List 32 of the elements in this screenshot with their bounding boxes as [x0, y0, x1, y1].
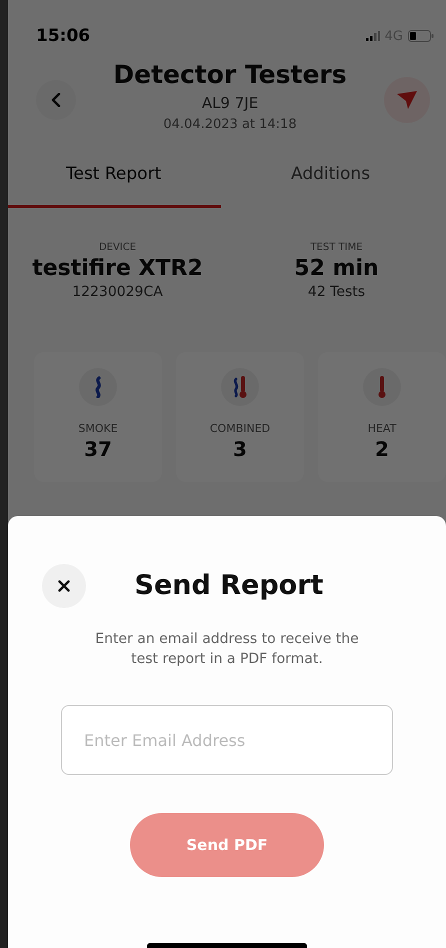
summary-detail: 12230029CA — [72, 284, 163, 300]
tab[interactable]: Additions — [221, 148, 446, 208]
paper-plane-icon — [396, 90, 418, 110]
smoke-thermometer-icon — [232, 375, 248, 399]
summary-value: testifire XTR2 — [32, 256, 203, 281]
close-button[interactable] — [42, 564, 86, 608]
summary-value: 52 min — [294, 256, 379, 281]
status-time: 15:06 — [36, 26, 90, 46]
sheet-title: Send Report — [134, 570, 324, 601]
category-count: 3 — [233, 437, 247, 461]
page-title: Detector Testers — [113, 60, 347, 89]
summary-label: DEVICE — [98, 242, 136, 253]
instruction-text: Enter an email address to receive the test report in a PDF format. — [94, 630, 360, 669]
postcode-label: AL9 7JE — [202, 94, 258, 112]
summary-label: TEST TIME — [310, 242, 363, 253]
back-button[interactable] — [36, 80, 76, 120]
send-button[interactable] — [384, 77, 430, 123]
category-label: SMOKE — [78, 422, 118, 435]
close-icon — [58, 580, 70, 592]
date-label: 04.04.2023 at 14:18 — [163, 117, 297, 132]
category-label: HEAT — [368, 422, 396, 435]
category-label: COMBINED — [210, 422, 270, 435]
thermometer-icon — [378, 375, 386, 399]
chevron-left-icon — [51, 93, 61, 107]
tab[interactable]: Test Report — [8, 148, 221, 208]
smoke-wave-icon — [93, 376, 103, 398]
category-count: 2 — [375, 437, 389, 461]
signal-icon — [366, 31, 380, 41]
email-input-field[interactable]: Enter Email Address — [61, 705, 393, 775]
category-count: 37 — [84, 437, 112, 461]
summary-detail: 42 Tests — [308, 284, 366, 300]
battery-icon — [408, 30, 434, 42]
